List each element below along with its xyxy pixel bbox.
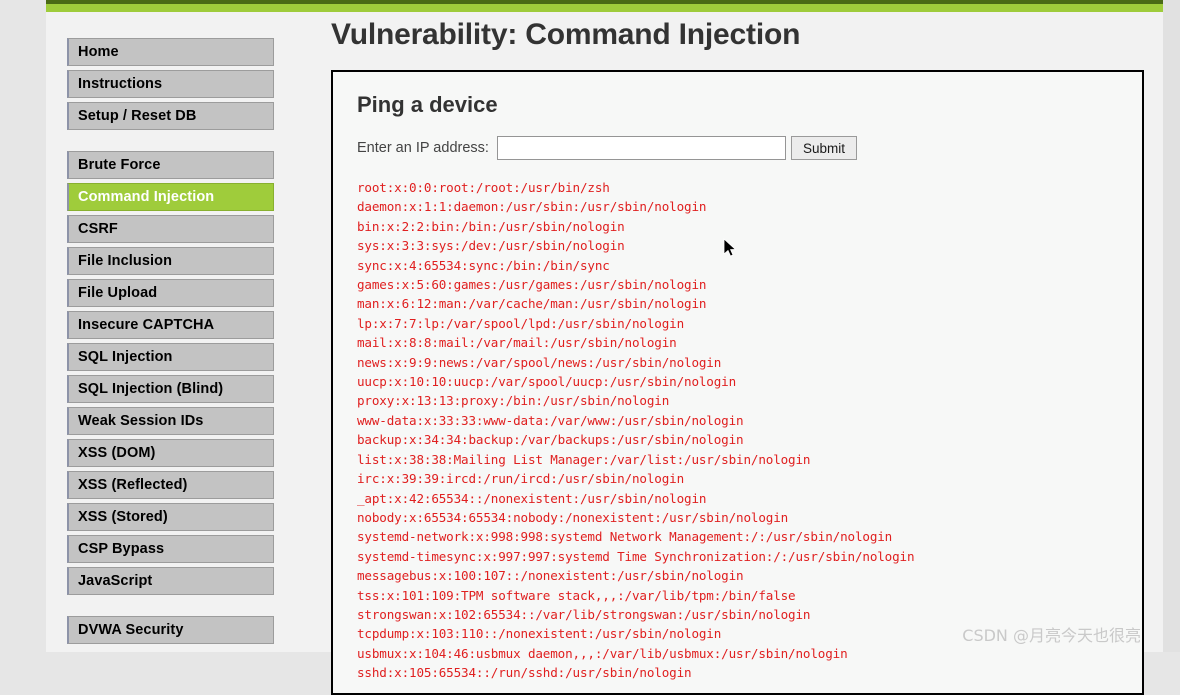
- sidebar-item-file-inclusion[interactable]: File Inclusion: [67, 247, 274, 275]
- sidebar-nav: Home Instructions Setup / Reset DB Brute Fo…: [67, 38, 274, 648]
- sidebar-group-separator: [67, 599, 274, 616]
- sidebar-item-javascript[interactable]: JavaScript: [67, 567, 274, 595]
- sidebar-item-weak-session-ids[interactable]: Weak Session IDs: [67, 407, 274, 435]
- ip-address-label: Enter an IP address:: [357, 140, 489, 156]
- main-content: Vulnerability: Command Injection Ping a …: [331, 18, 1144, 695]
- sidebar-item-xss-reflected[interactable]: XSS (Reflected): [67, 471, 274, 499]
- sidebar-item-instructions[interactable]: Instructions: [67, 70, 274, 98]
- sidebar-item-home[interactable]: Home: [67, 38, 274, 66]
- sidebar-item-command-injection[interactable]: Command Injection: [67, 183, 274, 211]
- sidebar-item-dvwa-security[interactable]: DVWA Security: [67, 616, 274, 644]
- section-title: Ping a device: [357, 92, 498, 117]
- sidebar-group-separator: [67, 134, 274, 151]
- sidebar-item-insecure-captcha[interactable]: Insecure CAPTCHA: [67, 311, 274, 339]
- sidebar-item-sql-injection-blind[interactable]: SQL Injection (Blind): [67, 375, 274, 403]
- sidebar-item-sql-injection[interactable]: SQL Injection: [67, 343, 274, 371]
- command-output: root:x:0:0:root:/root:/usr/bin/zsh daemo…: [357, 180, 915, 681]
- right-scroll-gutter: [1163, 0, 1180, 652]
- sidebar-item-xss-stored[interactable]: XSS (Stored): [67, 503, 274, 531]
- page-title: Vulnerability: Command Injection: [331, 18, 801, 51]
- ip-address-input[interactable]: [496, 136, 786, 160]
- sidebar-item-brute-force[interactable]: Brute Force: [67, 151, 274, 179]
- top-accent-bar: [46, 0, 1163, 12]
- sidebar-item-xss-dom[interactable]: XSS (DOM): [67, 439, 274, 467]
- sidebar-item-csrf[interactable]: CSRF: [67, 215, 274, 243]
- sidebar-item-file-upload[interactable]: File Upload: [67, 279, 274, 307]
- sidebar-item-setup-reset-db[interactable]: Setup / Reset DB: [67, 102, 274, 130]
- vulnerability-panel: Ping a device Enter an IP address: Submi…: [331, 70, 1144, 695]
- ping-form: Enter an IP address: Submit: [357, 136, 1120, 160]
- sidebar-item-csp-bypass[interactable]: CSP Bypass: [67, 535, 274, 563]
- page-root: Home Instructions Setup / Reset DB Brute Fo…: [46, 0, 1163, 695]
- left-gutter: [0, 0, 46, 652]
- submit-button[interactable]: Submit: [790, 136, 857, 160]
